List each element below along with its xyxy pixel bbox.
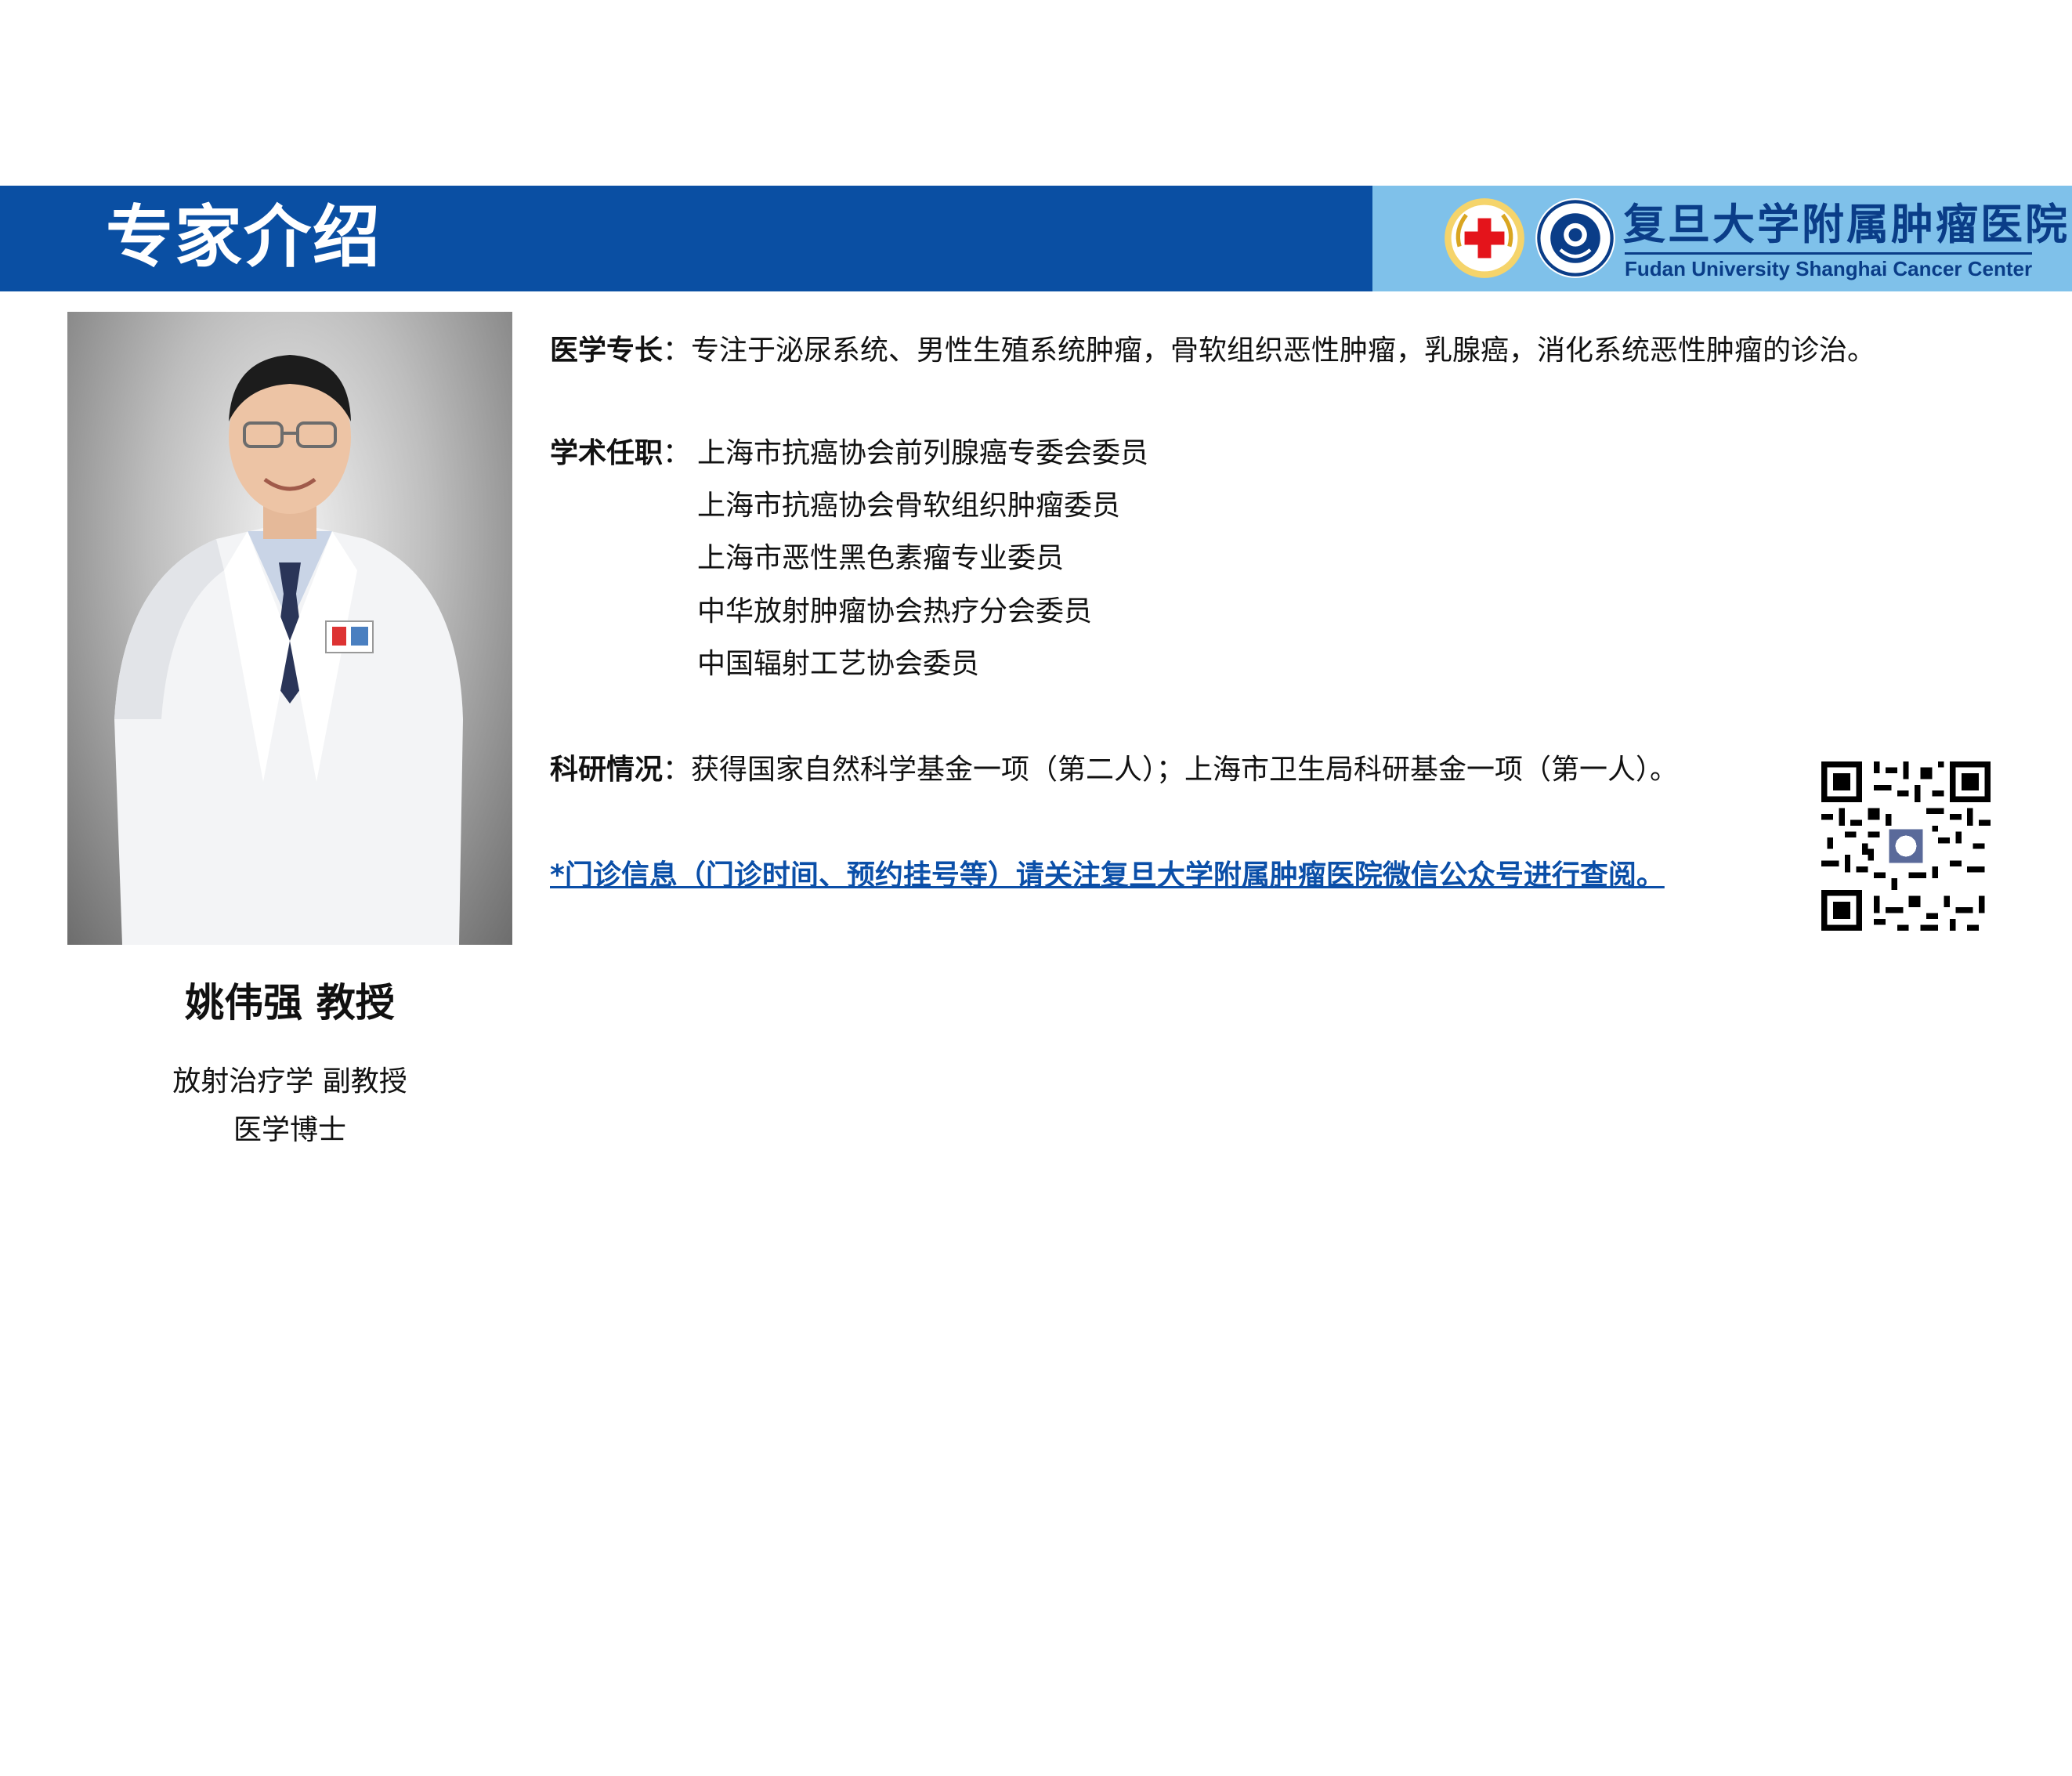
doctor-name: 姚伟强 教授 bbox=[185, 980, 395, 1025]
fudan-emblem-icon bbox=[1535, 198, 1615, 278]
research-row: 科研情况：获得国家自然科学基金一项（第二人）；上海市卫生局科研基金一项（第一人）… bbox=[550, 752, 1678, 788]
red-cross-emblem-icon bbox=[1445, 198, 1524, 278]
doctor-degree: 医学博士 bbox=[233, 1114, 346, 1146]
research-label: 科研情况 bbox=[550, 754, 664, 786]
research-text: 获得国家自然科学基金一项（第二人）；上海市卫生局科研基金一项（第一人）。 bbox=[691, 754, 1679, 786]
specialty-separator: ： bbox=[663, 335, 692, 367]
clinic-info-link[interactable]: *门诊信息（门诊时间、预约挂号等）请关注复旦大学附属肿瘤医院微信公众号进行查阅。 bbox=[550, 858, 1665, 894]
doctor-title: 放射治疗学 副教授 bbox=[172, 1065, 407, 1098]
positions-separator: ： bbox=[663, 437, 692, 469]
hospital-name-cn: 复旦大学附属肿瘤医院 bbox=[1623, 199, 2070, 249]
hospital-name-en: Fudan University Shanghai Cancer Center bbox=[1625, 252, 2033, 281]
page-title: 专家介绍 bbox=[106, 198, 381, 277]
position-item: 上海市恶性黑色素瘤专业委员 bbox=[697, 542, 1065, 574]
specialty-text: 专注于泌尿系统、男性生殖系统肿瘤，骨软组织恶性肿瘤，乳腺癌，消化系统恶性肿瘤的诊… bbox=[691, 335, 1876, 367]
position-item: 中华放射肿瘤协会热疗分会委员 bbox=[697, 595, 1093, 628]
positions-row: 学术任职： bbox=[550, 436, 691, 472]
research-separator: ： bbox=[663, 754, 692, 786]
position-item: 上海市抗癌协会骨软组织肿瘤委员 bbox=[697, 490, 1121, 522]
portrait-illustration bbox=[114, 355, 463, 945]
specialty-label: 医学专长 bbox=[550, 335, 664, 367]
position-item: 上海市抗癌协会前列腺癌专委会委员 bbox=[697, 437, 1149, 469]
doctor-portrait bbox=[67, 312, 512, 945]
wechat-qr-code-icon bbox=[1821, 761, 1991, 931]
position-item: 中国辐射工艺协会委员 bbox=[697, 648, 980, 680]
positions-label: 学术任职 bbox=[550, 437, 664, 469]
specialty-row: 医学专长：专注于泌尿系统、男性生殖系统肿瘤，骨软组织恶性肿瘤，乳腺癌，消化系统恶… bbox=[550, 333, 1875, 369]
